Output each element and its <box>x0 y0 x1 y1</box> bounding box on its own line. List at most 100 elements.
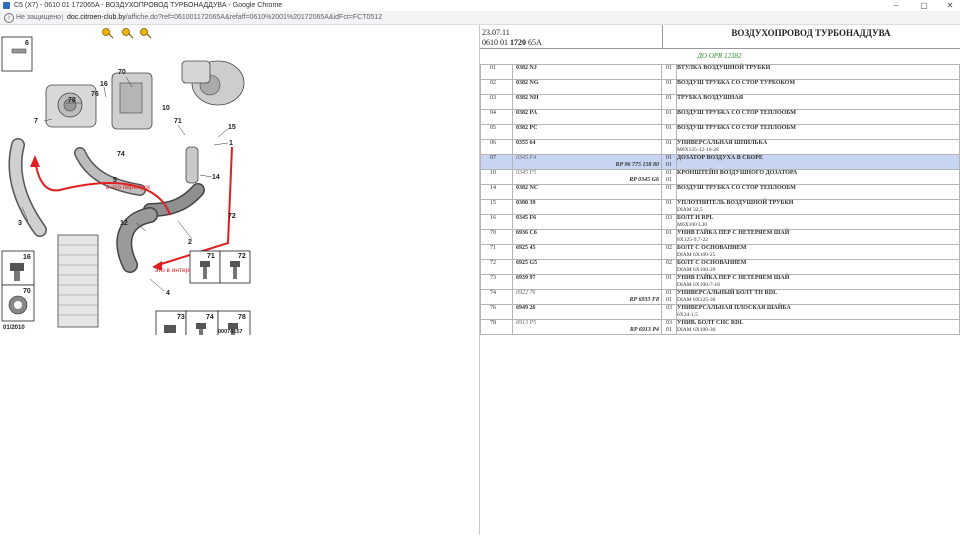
part-number-cell[interactable]: 0382 PA <box>512 109 662 125</box>
part-number[interactable]: 0345 F4 <box>513 155 661 162</box>
part-number-cell[interactable]: 0382 NC <box>512 184 662 200</box>
part-number-cell[interactable]: 6922 76 RP 6933 F8 <box>512 289 662 305</box>
key-icon[interactable] <box>122 28 134 39</box>
part-number[interactable]: 0382 NJ <box>513 65 661 72</box>
part-number-cell[interactable]: 0345 F5 RP 0345 G6 <box>512 169 662 185</box>
part-number[interactable]: 0382 PA <box>513 110 661 117</box>
description-cell: УПЛОТНИТЕЛЬ ВОЗДУШНОЙ ТРУБКИ DIAM 32,5 <box>676 199 960 215</box>
url-text[interactable]: doc.citroen-club.by/affiche.do?ref=06100… <box>67 11 382 24</box>
qty-cell: 01 <box>661 229 677 245</box>
address-bar[interactable]: i Не защищено doc.citroen-club.by/affich… <box>0 11 960 25</box>
qty-cell: 03 01 <box>661 319 677 335</box>
description: УПЛОТНИТЕЛЬ ВОЗДУШНОЙ ТРУБКИ <box>677 200 794 206</box>
row-number-text: 70 <box>490 230 496 236</box>
callout-78: 78 <box>68 97 76 104</box>
description-cell: УНИВ ГАЙКА ПЕР С НЕТЕРЯЕМ ШАЙ 8X125-9,7-2… <box>676 229 960 245</box>
qty: 01 <box>666 230 672 236</box>
qty: 01 <box>666 170 672 176</box>
table-row[interactable]: 76 6949 26 03 УНИВЕРСАЛЬНАЯ ПЛОСКАЯ ШАЙБА… <box>480 304 960 320</box>
replacement-ref: RP 6933 F8 <box>629 297 659 303</box>
part-number[interactable]: 6949 26 <box>513 305 661 312</box>
qty-cell: 01 <box>661 79 677 95</box>
qty-secondary: 01 <box>666 177 672 183</box>
description-cell: ВТУЛКА ВОЗДУШНОЙ ТРУБКИ <box>676 64 960 80</box>
table-row[interactable]: 01 0382 NJ 01 ВТУЛКА ВОЗДУШНОЙ ТРУБКИ <box>480 64 960 80</box>
table-row[interactable]: 05 0382 PC 01 ВОЗДУШ ТРУБКА СО СТОР ТЕПЛО… <box>480 124 960 140</box>
table-row[interactable]: 14 0382 NC 01 ВОЗДУШ ТРУБКА СО СТОР ТЕПЛО… <box>480 184 960 200</box>
table-row[interactable]: 72 6925 G5 02 БОЛТ С ОСНОВАНИЕМ DIAM 6X100… <box>480 259 960 275</box>
part-number[interactable]: 0355 64 <box>513 140 661 147</box>
description-detail <box>677 87 959 94</box>
table-row[interactable]: 04 0382 PA 01 ВОЗДУШ ТРУБКА СО СТОР ТЕПЛО… <box>480 109 960 125</box>
table-row[interactable]: 15 0380 39 01 УПЛОТНИТЕЛЬ ВОЗДУШНОЙ ТРУБК… <box>480 199 960 215</box>
description-cell: ДОЗАТОР ВОЗДУХА В СБОРЕ <box>676 154 960 170</box>
part-number[interactable]: 6936 C6 <box>513 230 661 237</box>
table-row[interactable]: 10 0345 F5 RP 0345 G6 01 01 КРОНШТЕЙН ВОЗДУШН… <box>480 169 960 185</box>
info-icon[interactable]: i <box>4 13 14 23</box>
part-number[interactable]: 0382 PC <box>513 125 661 132</box>
table-row[interactable]: 70 6936 C6 01 УНИВ ГАЙКА ПЕР С НЕТЕРЯЕМ Ш… <box>480 229 960 245</box>
replacement-ref <box>513 147 661 154</box>
qty: 01 <box>666 200 672 206</box>
description-detail <box>677 72 959 79</box>
part-number-cell[interactable]: 6913 P5 RP 6913 P4 <box>512 319 662 335</box>
exploded-diagram: 6 70 76 16 78 7 74 10 71 15 14 5 12 3 72… <box>1 28 251 348</box>
maximize-button[interactable]: ▢ <box>916 0 932 11</box>
part-number[interactable]: 0345 F6 <box>513 215 661 222</box>
table-row[interactable]: 07 0345 F4 RP 96 775 158 80 01 01 ДОЗАТОР ВОЗ… <box>480 154 960 170</box>
url-host: doc.citroen-club.by <box>67 14 126 21</box>
part-number-cell[interactable]: 0345 F4 RP 96 775 158 80 <box>512 154 662 170</box>
close-button[interactable]: ✕ <box>942 0 958 11</box>
part-number-cell[interactable]: 0382 NG <box>512 79 662 95</box>
replacement-ref <box>513 117 661 124</box>
table-row[interactable]: 06 0355 64 01 УНИВЕРСАЛЬНАЯ ШПИЛЬКА M8X125… <box>480 139 960 155</box>
part-number-cell[interactable]: 0382 NJ <box>512 64 662 80</box>
part-number[interactable]: 6925 G5 <box>513 260 661 267</box>
qty-secondary <box>662 282 676 289</box>
part-number-cell[interactable]: 6949 26 <box>512 304 662 320</box>
part-number[interactable]: 0380 39 <box>513 200 661 207</box>
table-row[interactable]: 74 6922 76 RP 6933 F8 01 01 УНИВЕРСАЛЬНЫЙ БОЛ… <box>480 289 960 305</box>
callout-76: 76 <box>91 91 99 98</box>
qty-cell: 01 <box>661 274 677 290</box>
row-number-text: 14 <box>490 185 496 191</box>
part-number[interactable]: 6913 P5 <box>513 320 661 327</box>
part-number-cell[interactable]: 0382 PC <box>512 124 662 140</box>
inset-72: 72 <box>238 253 246 260</box>
part-number-cell[interactable]: 6936 C6 <box>512 229 662 245</box>
part-number-cell[interactable]: 0345 F6 <box>512 214 662 230</box>
table-row[interactable]: 73 6939 97 01 УНИВ ГАЙКА ПЕР С НЕТЕРЯЕМ Ш… <box>480 274 960 290</box>
minimize-button[interactable]: – <box>888 0 904 11</box>
description-detail <box>677 102 959 109</box>
part-number[interactable]: 6922 76 <box>513 290 661 297</box>
part-number-cell[interactable]: 0382 NH <box>512 94 662 110</box>
table-row[interactable]: 02 0382 NG 01 ВОЗДУШ ТРУБКА СО СТОР ТУРБО… <box>480 79 960 95</box>
part-number[interactable]: 0345 F5 <box>513 170 661 177</box>
part-number-cell[interactable]: 6925 45 <box>512 244 662 260</box>
part-number-cell[interactable]: 0355 64 <box>512 139 662 155</box>
qty-cell: 01 01 <box>661 154 677 170</box>
part-number-cell[interactable]: 0380 39 <box>512 199 662 215</box>
table-row[interactable]: 03 0382 NH 01 ТРУБКА ВОЗДУШНАЯ <box>480 94 960 110</box>
callout-14: 14 <box>212 174 220 181</box>
row-number: 03 <box>480 94 513 110</box>
part-number[interactable]: 0382 NG <box>513 80 661 87</box>
qty-secondary <box>662 72 676 79</box>
part-number[interactable]: 6939 97 <box>513 275 661 282</box>
row-number-text: 15 <box>490 200 496 206</box>
part-number[interactable]: 0382 NC <box>513 185 661 192</box>
part-number[interactable]: 6925 45 <box>513 245 661 252</box>
part-number-cell[interactable]: 6939 97 <box>512 274 662 290</box>
callout-4: 4 <box>166 290 170 297</box>
table-row[interactable]: 71 6925 45 02 БОЛТ С ОСНОВАНИЕМ DIAM 6X100… <box>480 244 960 260</box>
qty: 03 <box>666 215 672 221</box>
part-number-cell[interactable]: 6925 G5 <box>512 259 662 275</box>
description-cell: УНИВЕРСАЛЬНЫЙ БОЛТ ТН RDL DIAM 8X125-30 <box>676 289 960 305</box>
key-icon[interactable] <box>140 28 152 39</box>
part-number[interactable]: 0382 NH <box>513 95 661 102</box>
security-label[interactable]: Не защищено <box>16 11 61 24</box>
table-row[interactable]: 78 6913 P5 RP 6913 P4 03 01 УНИВ. БОЛТ CHC RD… <box>480 319 960 335</box>
table-row[interactable]: 16 0345 F6 03 БОЛТ Н RPL M6X100 L30 <box>480 214 960 230</box>
replacement-ref <box>513 72 661 79</box>
key-icon[interactable] <box>102 28 114 39</box>
